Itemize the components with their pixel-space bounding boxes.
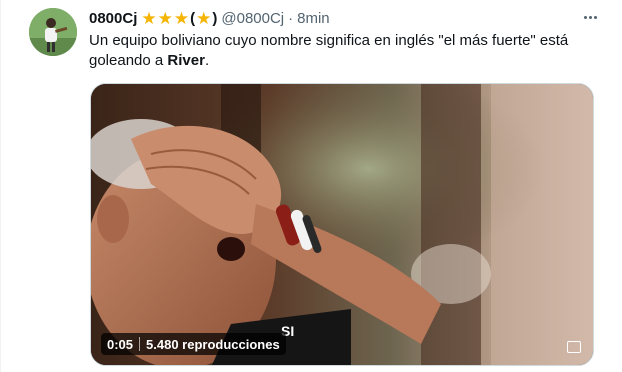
- star-icon: ★: [157, 8, 173, 28]
- avatar-image: [29, 8, 77, 56]
- header-separator: ·: [288, 9, 294, 27]
- video-view-count: 5.480 reproducciones: [146, 336, 280, 352]
- tweet-text-body: Un equipo boliviano cuyo nombre signific…: [89, 32, 569, 69]
- video-frame: SI: [91, 84, 593, 365]
- video-duration: 0:05: [107, 336, 134, 352]
- author-avatar[interactable]: [29, 8, 77, 56]
- author-display-name[interactable]: 0800Cj: [89, 10, 137, 27]
- author-name-stars: ★ ★ ★ ( ★ ): [141, 10, 217, 27]
- dot: [584, 16, 587, 20]
- star-icon: ★: [141, 8, 157, 28]
- tweet-text-mention: River: [167, 52, 205, 69]
- video-settings-icon[interactable]: [567, 341, 581, 353]
- more-options-icon[interactable]: [583, 10, 598, 26]
- dot: [594, 16, 597, 20]
- tweet-text: Un equipo boliviano cuyo nombre signific…: [89, 31, 599, 71]
- tweet-timestamp[interactable]: 8min: [297, 10, 330, 27]
- video-badges: 0:05 5.480 reproducciones: [101, 333, 286, 355]
- paren-close: ): [212, 9, 218, 27]
- author-handle[interactable]: @0800Cj: [221, 10, 284, 27]
- tweet-text-end: .: [204, 52, 210, 69]
- star-icon: ★: [173, 8, 190, 28]
- tweet-card[interactable]: 0800Cj ★ ★ ★ ( ★ ) @0800Cj · 8min Un equ…: [0, 0, 622, 372]
- tweet-header: 0800Cj ★ ★ ★ ( ★ ) @0800Cj · 8min: [89, 8, 330, 28]
- video-player[interactable]: SI 0:05 5.480 reproducciones: [90, 83, 594, 366]
- star-icon: ★: [196, 8, 212, 28]
- dot: [589, 16, 592, 20]
- paren-open: (: [190, 9, 196, 27]
